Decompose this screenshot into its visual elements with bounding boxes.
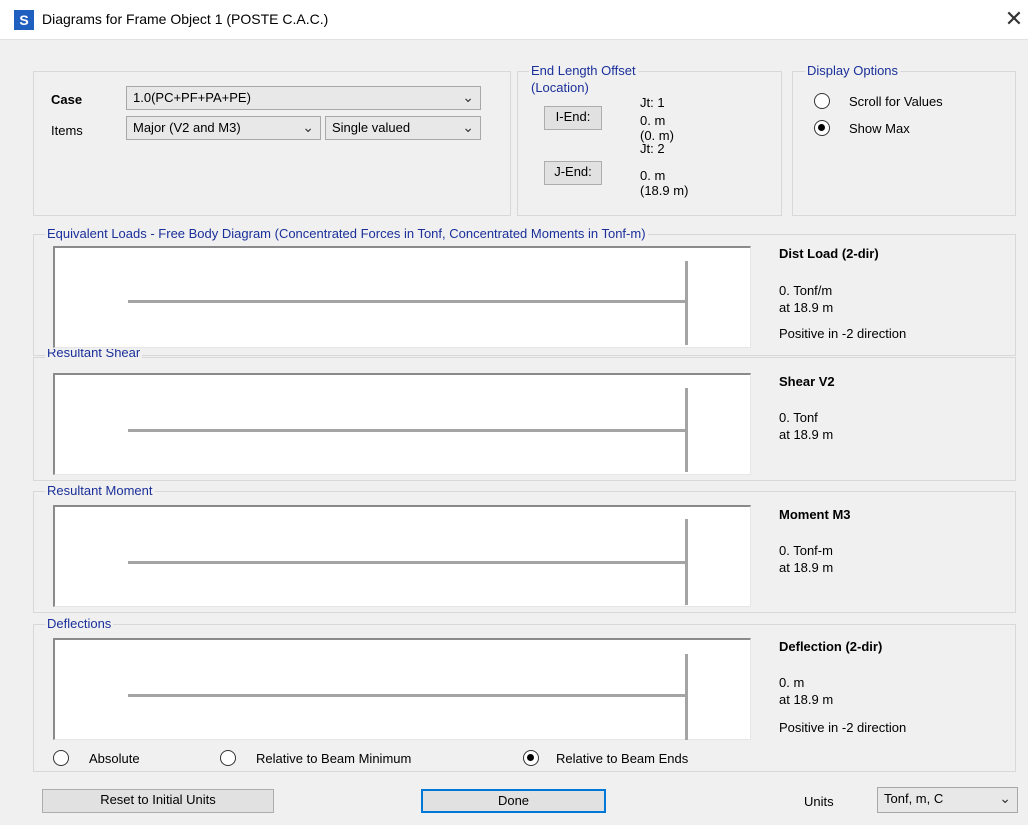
scroll-for-values-radio[interactable]: [814, 93, 830, 109]
beam-line: [128, 300, 688, 303]
mode-select[interactable]: Single valued ⌄: [325, 116, 481, 140]
chevron-down-icon: ⌄: [302, 119, 314, 135]
beam-line: [128, 429, 688, 432]
items-select[interactable]: Major (V2 and M3) ⌄: [126, 116, 321, 140]
relative-ends-label[interactable]: Relative to Beam Ends: [556, 751, 688, 766]
relative-min-radio[interactable]: [220, 750, 236, 766]
moment-value: 0. Tonf-m: [779, 543, 833, 558]
relative-ends-radio[interactable]: [523, 750, 539, 766]
dist-load-value: 0. Tonf/m: [779, 283, 833, 298]
chevron-down-icon: ⌄: [462, 89, 474, 105]
beam-line: [128, 561, 688, 564]
shear-title: Resultant Shear: [45, 349, 143, 359]
chevron-down-icon: ⌄: [462, 119, 474, 135]
shear-heading: Shear V2: [779, 374, 835, 389]
end-length-offset-subtitle: (Location): [529, 80, 591, 95]
show-max-label[interactable]: Show Max: [849, 121, 910, 136]
reset-units-button[interactable]: Reset to Initial Units: [42, 789, 274, 813]
moment-title: Resultant Moment: [45, 483, 155, 498]
app-icon: S: [14, 10, 34, 30]
moment-diagram: [53, 505, 751, 607]
beam-end-line: [685, 654, 688, 740]
dist-load-location: at 18.9 m: [779, 300, 834, 315]
deflection-location: at 18.9 m: [779, 692, 834, 707]
beam-end-line: [685, 388, 688, 472]
j-end-offset: 0. m: [640, 168, 666, 183]
deflection-value: 0. m: [779, 675, 805, 690]
absolute-label[interactable]: Absolute: [89, 751, 140, 766]
done-button[interactable]: Done: [421, 789, 606, 813]
equivalent-loads-title: Equivalent Loads - Free Body Diagram (Co…: [45, 226, 648, 241]
title-bar: S Diagrams for Frame Object 1 (POSTE C.A…: [0, 0, 1028, 40]
items-select-value: Major (V2 and M3): [133, 120, 241, 135]
dist-load-heading: Dist Load (2-dir): [779, 246, 879, 261]
beam-end-line: [685, 261, 688, 345]
items-label: Items: [51, 123, 83, 138]
deflection-heading: Deflection (2-dir): [779, 639, 883, 654]
scroll-for-values-label[interactable]: Scroll for Values: [849, 94, 943, 109]
chevron-down-icon: ⌄: [999, 790, 1011, 806]
case-select-value: 1.0(PC+PF+PA+PE): [133, 90, 251, 105]
moment-location: at 18.9 m: [779, 560, 834, 575]
moment-heading: Moment M3: [779, 507, 851, 522]
mode-select-value: Single valued: [332, 120, 411, 135]
relative-min-label[interactable]: Relative to Beam Minimum: [256, 751, 411, 766]
case-label: Case: [51, 92, 83, 107]
i-end-button[interactable]: I-End:: [544, 106, 602, 130]
case-select[interactable]: 1.0(PC+PF+PA+PE) ⌄: [126, 86, 481, 110]
units-select-value: Tonf, m, C: [884, 791, 944, 806]
dist-load-note: Positive in -2 direction: [779, 326, 907, 341]
close-icon[interactable]: ✕: [1000, 4, 1028, 34]
deflections-title: Deflections: [45, 616, 114, 631]
j-joint-label: Jt: 2: [640, 141, 665, 156]
end-length-offset-title: End Length Offset: [529, 63, 638, 78]
display-options-group: [792, 71, 1016, 216]
shear-diagram: [53, 373, 751, 475]
deflection-note: Positive in -2 direction: [779, 720, 907, 735]
deflection-diagram: [53, 638, 751, 740]
units-select[interactable]: Tonf, m, C ⌄: [877, 787, 1018, 813]
j-end-location: (18.9 m): [640, 183, 689, 198]
shear-location: at 18.9 m: [779, 427, 834, 442]
i-joint-label: Jt: 1: [640, 95, 665, 110]
j-end-button[interactable]: J-End:: [544, 161, 602, 185]
shear-value: 0. Tonf: [779, 410, 818, 425]
absolute-radio[interactable]: [53, 750, 69, 766]
beam-end-line: [685, 519, 688, 605]
free-body-diagram: [53, 246, 751, 348]
beam-line: [128, 694, 688, 697]
window-title: Diagrams for Frame Object 1 (POSTE C.A.C…: [42, 11, 329, 27]
i-end-offset: 0. m: [640, 113, 666, 128]
units-label: Units: [804, 794, 834, 809]
show-max-radio[interactable]: [814, 120, 830, 136]
display-options-title: Display Options: [805, 63, 901, 78]
